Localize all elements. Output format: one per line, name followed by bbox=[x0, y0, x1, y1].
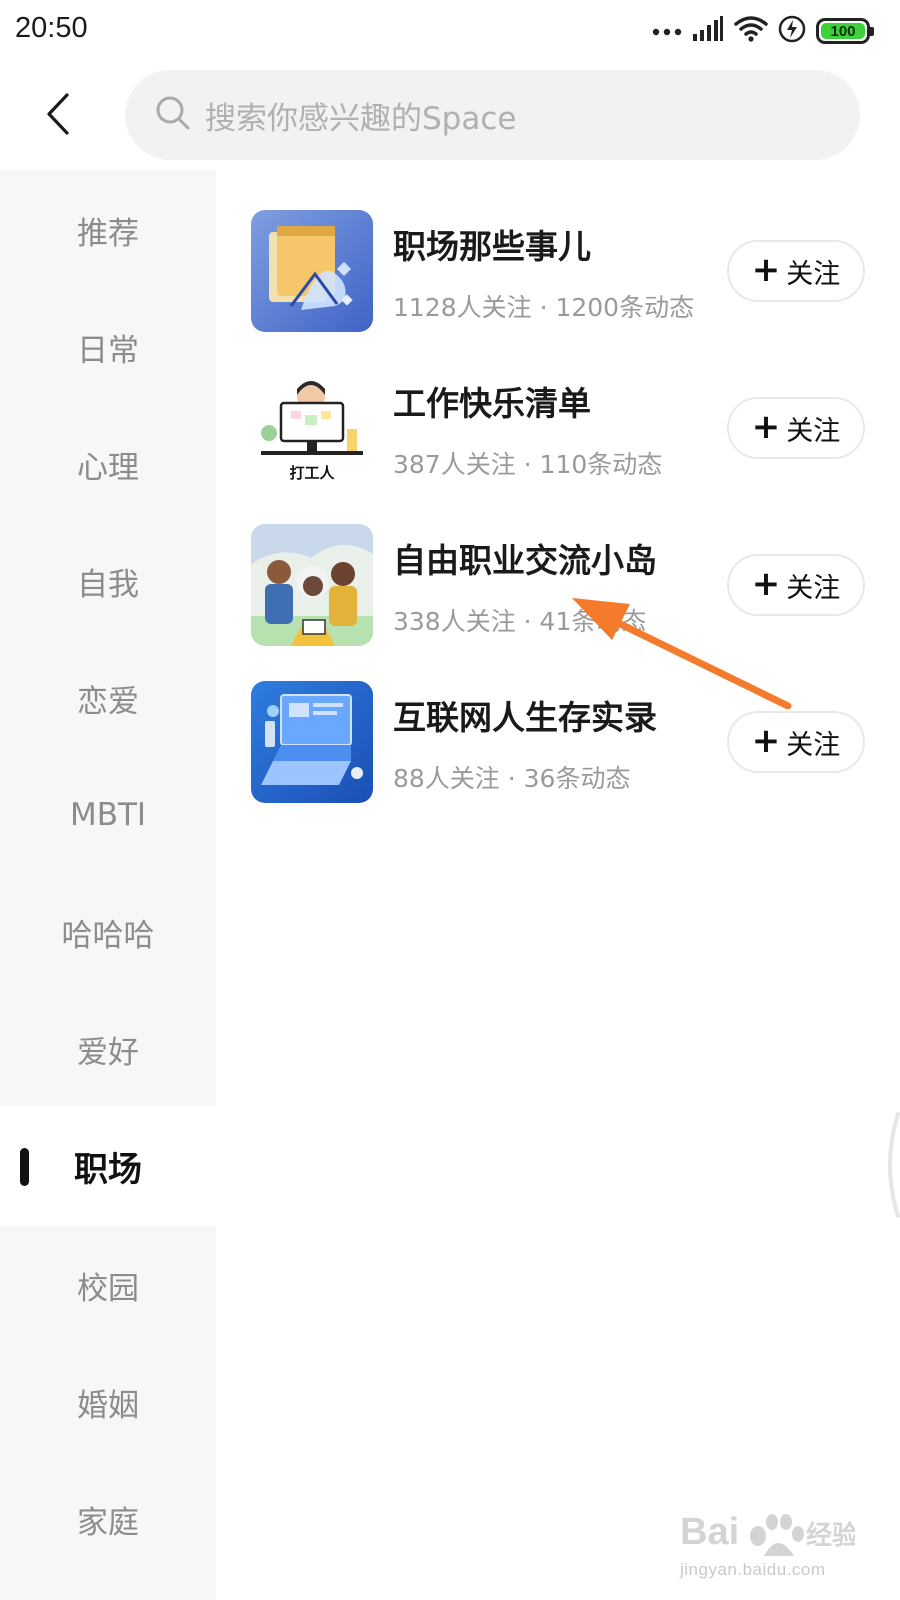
follow-button[interactable]: + 关注 bbox=[727, 554, 865, 616]
svg-text:经验: 经验 bbox=[806, 1520, 855, 1551]
status-icons: 100 bbox=[652, 15, 874, 47]
sidebar-item-label: 推荐 bbox=[77, 215, 139, 252]
sidebar-item-psychology[interactable]: 心理 bbox=[0, 404, 216, 524]
follow-label: 关注 bbox=[786, 729, 841, 761]
sidebar-item-label: 恋爱 bbox=[77, 683, 139, 720]
plus-icon: + bbox=[751, 249, 781, 290]
search-icon bbox=[155, 95, 191, 135]
space-title: 职场那些事儿 bbox=[393, 227, 591, 266]
back-arrow-icon bbox=[45, 92, 71, 140]
follow-label: 关注 bbox=[786, 258, 841, 290]
follow-label: 关注 bbox=[786, 572, 841, 604]
sidebar-item-label: 婚姻 bbox=[77, 1387, 139, 1424]
battery-indicator: 100 bbox=[816, 18, 874, 44]
more-dots-icon bbox=[652, 22, 682, 41]
space-meta: 387人关注 · 110条动态 bbox=[393, 450, 663, 479]
space-title: 工作快乐清单 bbox=[393, 384, 591, 423]
plus-icon: + bbox=[751, 406, 781, 447]
space-meta: 1128人关注 · 1200条动态 bbox=[393, 293, 695, 322]
space-thumbnail: 打工人 bbox=[251, 367, 373, 489]
sidebar-item-romance[interactable]: 恋爱 bbox=[0, 638, 216, 758]
sidebar-item-label: 职场 bbox=[74, 1149, 142, 1190]
space-thumbnail bbox=[251, 210, 373, 332]
sidebar-item-recommend[interactable]: 推荐 bbox=[0, 170, 216, 290]
sidebar-item-label: 家庭 bbox=[77, 1504, 139, 1541]
follow-button[interactable]: + 关注 bbox=[727, 711, 865, 773]
list-item[interactable]: 互联网人生存实录 88人关注 · 36条动态 + 关注 bbox=[216, 641, 900, 803]
search-placeholder: 搜索你感兴趣的Space bbox=[205, 100, 517, 137]
watermark-domain: jingyan.baidu.com bbox=[680, 1560, 826, 1579]
sidebar-item-label: 自我 bbox=[77, 566, 139, 603]
sidebar-item-workplace[interactable]: 职场 bbox=[0, 1106, 216, 1226]
status-bar: 20:50 100 bbox=[0, 0, 900, 62]
category-sidebar: 推荐 日常 心理 自我 恋爱 MBTI 哈哈哈 爱好 职场 校园 婚姻 家庭 bbox=[0, 170, 216, 1600]
plus-icon: + bbox=[751, 563, 781, 604]
space-thumbnail bbox=[251, 524, 373, 646]
edge-handle-icon[interactable] bbox=[880, 1110, 900, 1220]
wifi-icon bbox=[734, 15, 768, 47]
list-item[interactable]: 职场那些事儿 1128人关注 · 1200条动态 + 关注 bbox=[216, 170, 900, 332]
space-meta: 88人关注 · 36条动态 bbox=[393, 764, 631, 793]
watermark: Bai 经验 jingyan.baidu.com bbox=[680, 1500, 858, 1595]
battery-text: 100 bbox=[830, 22, 856, 40]
sidebar-item-label: MBTI bbox=[69, 797, 147, 833]
follow-button[interactable]: + 关注 bbox=[727, 240, 865, 302]
sidebar-item-self[interactable]: 自我 bbox=[0, 521, 216, 641]
svg-text:Bai: Bai bbox=[680, 1511, 739, 1553]
space-title: 互联网人生存实录 bbox=[393, 698, 657, 737]
status-time: 20:50 bbox=[15, 12, 88, 44]
thumb-caption: 打工人 bbox=[289, 464, 335, 482]
follow-button[interactable]: + 关注 bbox=[727, 397, 865, 459]
space-title: 自由职业交流小岛 bbox=[393, 541, 657, 580]
plus-icon: + bbox=[751, 720, 781, 761]
sidebar-item-marriage[interactable]: 婚姻 bbox=[0, 1342, 216, 1462]
sidebar-item-hobby[interactable]: 爱好 bbox=[0, 989, 216, 1109]
sidebar-item-label: 哈哈哈 bbox=[61, 917, 155, 954]
sidebar-item-funny[interactable]: 哈哈哈 bbox=[0, 872, 216, 992]
space-thumbnail bbox=[251, 681, 373, 803]
sidebar-item-label: 爱好 bbox=[77, 1034, 139, 1071]
baidu-jingyan-logo: Bai 经验 bbox=[680, 1511, 858, 1556]
back-button[interactable] bbox=[36, 88, 80, 144]
sidebar-item-campus[interactable]: 校园 bbox=[0, 1225, 216, 1345]
signal-icon bbox=[692, 16, 724, 46]
sidebar-item-label: 心理 bbox=[77, 449, 139, 486]
list-item[interactable]: 自由职业交流小岛 338人关注 · 41条动态 + 关注 bbox=[216, 484, 900, 646]
sidebar-item-label: 校园 bbox=[77, 1270, 139, 1307]
sidebar-item-mbti[interactable]: MBTI bbox=[0, 755, 216, 875]
sidebar-item-label: 日常 bbox=[77, 332, 139, 369]
search-input[interactable]: 搜索你感兴趣的Space bbox=[125, 70, 860, 160]
active-indicator bbox=[20, 1148, 29, 1186]
sidebar-item-family[interactable]: 家庭 bbox=[0, 1459, 216, 1579]
list-item[interactable]: 打工人 工作快乐清单 387人关注 · 110条动态 + 关注 bbox=[216, 327, 900, 489]
sidebar-item-daily[interactable]: 日常 bbox=[0, 287, 216, 407]
charging-icon bbox=[778, 15, 806, 47]
space-meta: 338人关注 · 41条动态 bbox=[393, 607, 647, 636]
follow-label: 关注 bbox=[786, 415, 841, 447]
